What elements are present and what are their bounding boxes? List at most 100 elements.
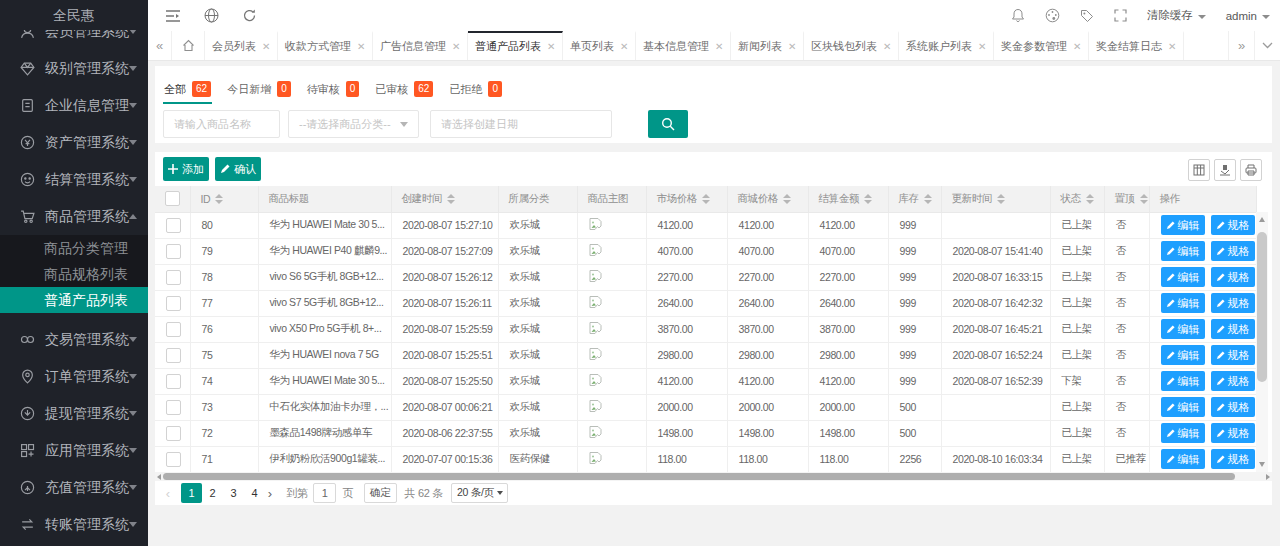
edit-button[interactable]: 编辑: [1161, 241, 1205, 261]
sidebar-item-企业信息管理[interactable]: 企业信息管理: [0, 87, 148, 124]
edit-button[interactable]: 编辑: [1161, 449, 1205, 469]
sidebar-item-提现管理系统[interactable]: 提现管理系统: [0, 395, 148, 432]
filter-tab-全部[interactable]: 全部62: [163, 74, 212, 104]
select-all-checkbox[interactable]: [165, 191, 180, 206]
tab-close-icon[interactable]: ✕: [547, 41, 555, 52]
tab-基本信息管理[interactable]: 基本信息管理✕: [636, 31, 731, 60]
spec-button[interactable]: 规格: [1211, 345, 1255, 365]
spec-button[interactable]: 规格: [1211, 293, 1255, 313]
tab-close-icon[interactable]: ✕: [715, 41, 723, 52]
refresh-icon[interactable]: [242, 8, 257, 23]
edit-button[interactable]: 编辑: [1161, 293, 1205, 313]
sort-icon[interactable]: [447, 194, 455, 204]
row-checkbox[interactable]: [166, 400, 181, 415]
pagination-next[interactable]: ›: [265, 486, 275, 501]
horizontal-scroll-thumb[interactable]: [163, 473, 1235, 480]
collapse-menu-icon[interactable]: [165, 9, 181, 23]
tab-close-icon[interactable]: ✕: [620, 41, 628, 52]
tab-奖金参数管理[interactable]: 奖金参数管理✕: [994, 31, 1089, 60]
scroll-down-arrow[interactable]: [1259, 462, 1265, 467]
spec-button[interactable]: 规格: [1211, 423, 1255, 443]
sidebar-item-交易管理系统[interactable]: 交易管理系统: [0, 321, 148, 358]
sidebar-item-级别管理系统[interactable]: 级别管理系统: [0, 50, 148, 87]
fullscreen-icon[interactable]: [1114, 9, 1127, 22]
sort-icon[interactable]: [783, 194, 791, 204]
sidebar-item-应用管理系统[interactable]: 应用管理系统: [0, 432, 148, 469]
sidebar-item-资产管理系统[interactable]: 资产管理系统: [0, 124, 148, 161]
admin-dropdown[interactable]: admin: [1226, 10, 1270, 22]
tab-广告信息管理[interactable]: 广告信息管理✕: [373, 31, 468, 60]
sidebar-item-结算管理系统[interactable]: 结算管理系统: [0, 161, 148, 198]
home-tab[interactable]: [172, 31, 205, 60]
spec-button[interactable]: 规格: [1211, 397, 1255, 417]
filter-tab-已审核[interactable]: 已审核62: [374, 74, 434, 104]
row-checkbox[interactable]: [166, 348, 181, 363]
pagination-goto-input[interactable]: [313, 483, 336, 503]
row-checkbox[interactable]: [166, 296, 181, 311]
row-checkbox[interactable]: [166, 218, 181, 233]
theme-icon[interactable]: [1045, 8, 1060, 23]
edit-button[interactable]: 编辑: [1161, 371, 1205, 391]
sort-icon[interactable]: [997, 194, 1005, 204]
scroll-right-arrow[interactable]: [1266, 474, 1270, 480]
row-checkbox[interactable]: [166, 374, 181, 389]
vertical-scroll-thumb[interactable]: [1257, 232, 1267, 382]
row-checkbox[interactable]: [166, 270, 181, 285]
add-button[interactable]: 添加: [163, 157, 209, 181]
tab-收款方式管理[interactable]: 收款方式管理✕: [278, 31, 373, 60]
pagination-page-3[interactable]: 3: [223, 483, 244, 503]
edit-button[interactable]: 编辑: [1161, 215, 1205, 235]
category-select[interactable]: --请选择商品分类--: [288, 110, 419, 138]
sidebar-item-充值管理系统[interactable]: 充值管理系统: [0, 469, 148, 506]
sidebar-subitem-商品规格列表[interactable]: 商品规格列表: [0, 261, 148, 287]
pagination-confirm-button[interactable]: 确定: [364, 483, 396, 503]
spec-button[interactable]: 规格: [1211, 319, 1255, 339]
tab-close-icon[interactable]: ✕: [357, 41, 365, 52]
row-checkbox[interactable]: [166, 426, 181, 441]
tab-奖金结算日志[interactable]: 奖金结算日志✕: [1089, 31, 1184, 60]
spec-button[interactable]: 规格: [1211, 215, 1255, 235]
tab-系统账户列表[interactable]: 系统账户列表✕: [899, 31, 994, 60]
tag-icon[interactable]: [1080, 9, 1094, 23]
search-button[interactable]: [648, 110, 688, 138]
tab-close-icon[interactable]: ✕: [452, 41, 460, 52]
sidebar-item-会员管理系统[interactable]: 会员管理系统: [0, 30, 148, 50]
sidebar-subitem-商品分类管理[interactable]: 商品分类管理: [0, 235, 148, 261]
row-checkbox[interactable]: [166, 452, 181, 467]
spec-button[interactable]: 规格: [1211, 241, 1255, 261]
tabs-scroll-right-button[interactable]: »: [1228, 31, 1254, 60]
table-vertical-scrollbar[interactable]: [1256, 212, 1268, 472]
sort-icon[interactable]: [924, 194, 932, 204]
sidebar-item-订单管理系统[interactable]: 订单管理系统: [0, 358, 148, 395]
print-button[interactable]: [1240, 159, 1262, 181]
tab-close-icon[interactable]: ✕: [1073, 41, 1081, 52]
sort-icon[interactable]: [1140, 194, 1148, 204]
pagination-page-1[interactable]: 1: [181, 483, 202, 503]
row-checkbox[interactable]: [166, 322, 181, 337]
product-name-input[interactable]: [163, 110, 280, 138]
pagination-page-4[interactable]: 4: [244, 483, 265, 503]
spec-button[interactable]: 规格: [1211, 267, 1255, 287]
scroll-up-arrow[interactable]: [1259, 217, 1265, 222]
sort-icon[interactable]: [864, 194, 872, 204]
edit-button[interactable]: 编辑: [1161, 423, 1205, 443]
edit-button[interactable]: 编辑: [1161, 319, 1205, 339]
tab-单页列表[interactable]: 单页列表✕: [563, 31, 636, 60]
export-button[interactable]: [1214, 159, 1236, 181]
sort-icon[interactable]: [702, 194, 710, 204]
sort-icon[interactable]: [215, 194, 223, 204]
tab-普通产品列表[interactable]: 普通产品列表✕: [468, 31, 563, 60]
row-checkbox[interactable]: [166, 244, 181, 259]
per-page-select[interactable]: 20 条/页: [451, 483, 508, 503]
scroll-left-arrow[interactable]: [157, 474, 161, 480]
tabs-scroll-left-button[interactable]: «: [148, 31, 172, 60]
filter-tab-今日新增[interactable]: 今日新增0: [226, 74, 292, 104]
tab-close-icon[interactable]: ✕: [788, 41, 796, 52]
create-date-input[interactable]: [430, 110, 612, 138]
table-horizontal-scrollbar[interactable]: [155, 472, 1272, 481]
spec-button[interactable]: 规格: [1211, 449, 1255, 469]
tab-close-icon[interactable]: ✕: [262, 41, 270, 52]
tab-区块钱包列表[interactable]: 区块钱包列表✕: [804, 31, 899, 60]
pagination-prev[interactable]: ‹: [163, 486, 173, 501]
tab-会员列表[interactable]: 会员列表✕: [205, 31, 278, 60]
